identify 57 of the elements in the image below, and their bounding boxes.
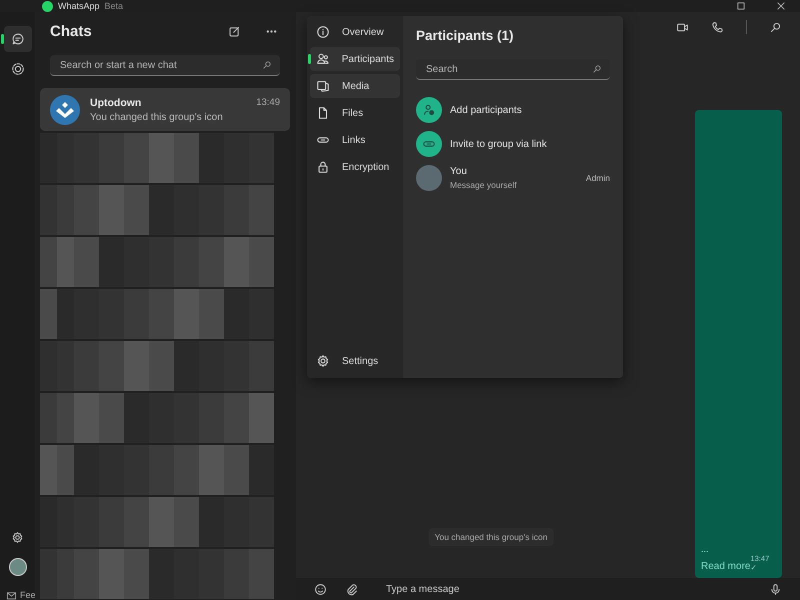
chat-search-field[interactable]: Search or start a new chat [50, 55, 280, 76]
emoji-icon [314, 582, 327, 596]
read-more-link[interactable]: Read more [701, 561, 750, 572]
window-subtitle: Beta [104, 1, 124, 11]
chat-icon [10, 32, 24, 46]
file-icon [316, 106, 330, 120]
participant-name: You [450, 166, 468, 177]
info-nav-tab[interactable]: Links [310, 128, 400, 152]
info-nav-tab[interactable]: Participants [310, 47, 400, 71]
window-title: WhatsApp [58, 1, 100, 11]
close-icon [776, 1, 786, 11]
app-logo-icon [42, 0, 53, 12]
add-person-icon [422, 103, 436, 117]
participant-action[interactable]: Add participants [416, 93, 610, 127]
chat-name: Uptodown [90, 96, 142, 108]
search-icon [769, 20, 782, 34]
maximize-icon [736, 1, 746, 11]
rail-tab[interactable] [4, 26, 32, 52]
settings-icon [316, 354, 330, 368]
chat-time: 13:49 [256, 96, 280, 108]
media-icon [316, 79, 330, 93]
rail-label[interactable]: Fee [20, 590, 36, 600]
info-icon [316, 25, 330, 39]
message-composer[interactable]: Type a message [296, 578, 800, 600]
avatar-icon [8, 558, 26, 576]
info-nav-tab[interactable]: Media [310, 74, 400, 98]
chats-title: Chats [50, 22, 93, 40]
search-icon [592, 64, 602, 74]
search-icon [262, 60, 272, 70]
participant-action[interactable]: Invite to group via link [416, 127, 610, 161]
info-settings-tab[interactable]: Settings [310, 349, 400, 373]
chat-search-input[interactable]: Search or start a new chat [58, 58, 262, 72]
participant-search-field[interactable]: Search [416, 59, 610, 80]
phone-icon [711, 20, 724, 34]
people-icon [316, 52, 330, 66]
chat-preview: You changed this group's icon [90, 112, 224, 122]
system-notice: You changed this group's icon [428, 528, 554, 546]
group-avatar-icon [50, 94, 80, 124]
status-icon [10, 62, 24, 76]
mail-icon [6, 590, 17, 600]
participant-search-input[interactable]: Search [424, 62, 592, 76]
participants-title: Participants (1) [416, 28, 515, 43]
lock-icon [316, 160, 330, 174]
participant-role: Admin [586, 173, 610, 183]
info-nav-tab[interactable]: Files [310, 101, 400, 125]
compose-icon [228, 24, 241, 38]
info-nav-tab[interactable]: Encryption [310, 155, 400, 179]
paperclip-icon [345, 582, 358, 596]
participant-row[interactable]: You Message yourself Admin [416, 161, 610, 195]
participant-status: Message yourself [450, 180, 518, 190]
message-text: ... [701, 544, 710, 554]
avatar-placeholder [416, 165, 442, 191]
message-input[interactable]: Type a message [384, 582, 751, 596]
chat-item[interactable]: Uptodown 13:49 You changed this group's icon [40, 88, 290, 131]
microphone-icon [769, 582, 782, 596]
info-nav-tab[interactable]: Overview [310, 20, 400, 44]
settings-icon [11, 530, 24, 544]
